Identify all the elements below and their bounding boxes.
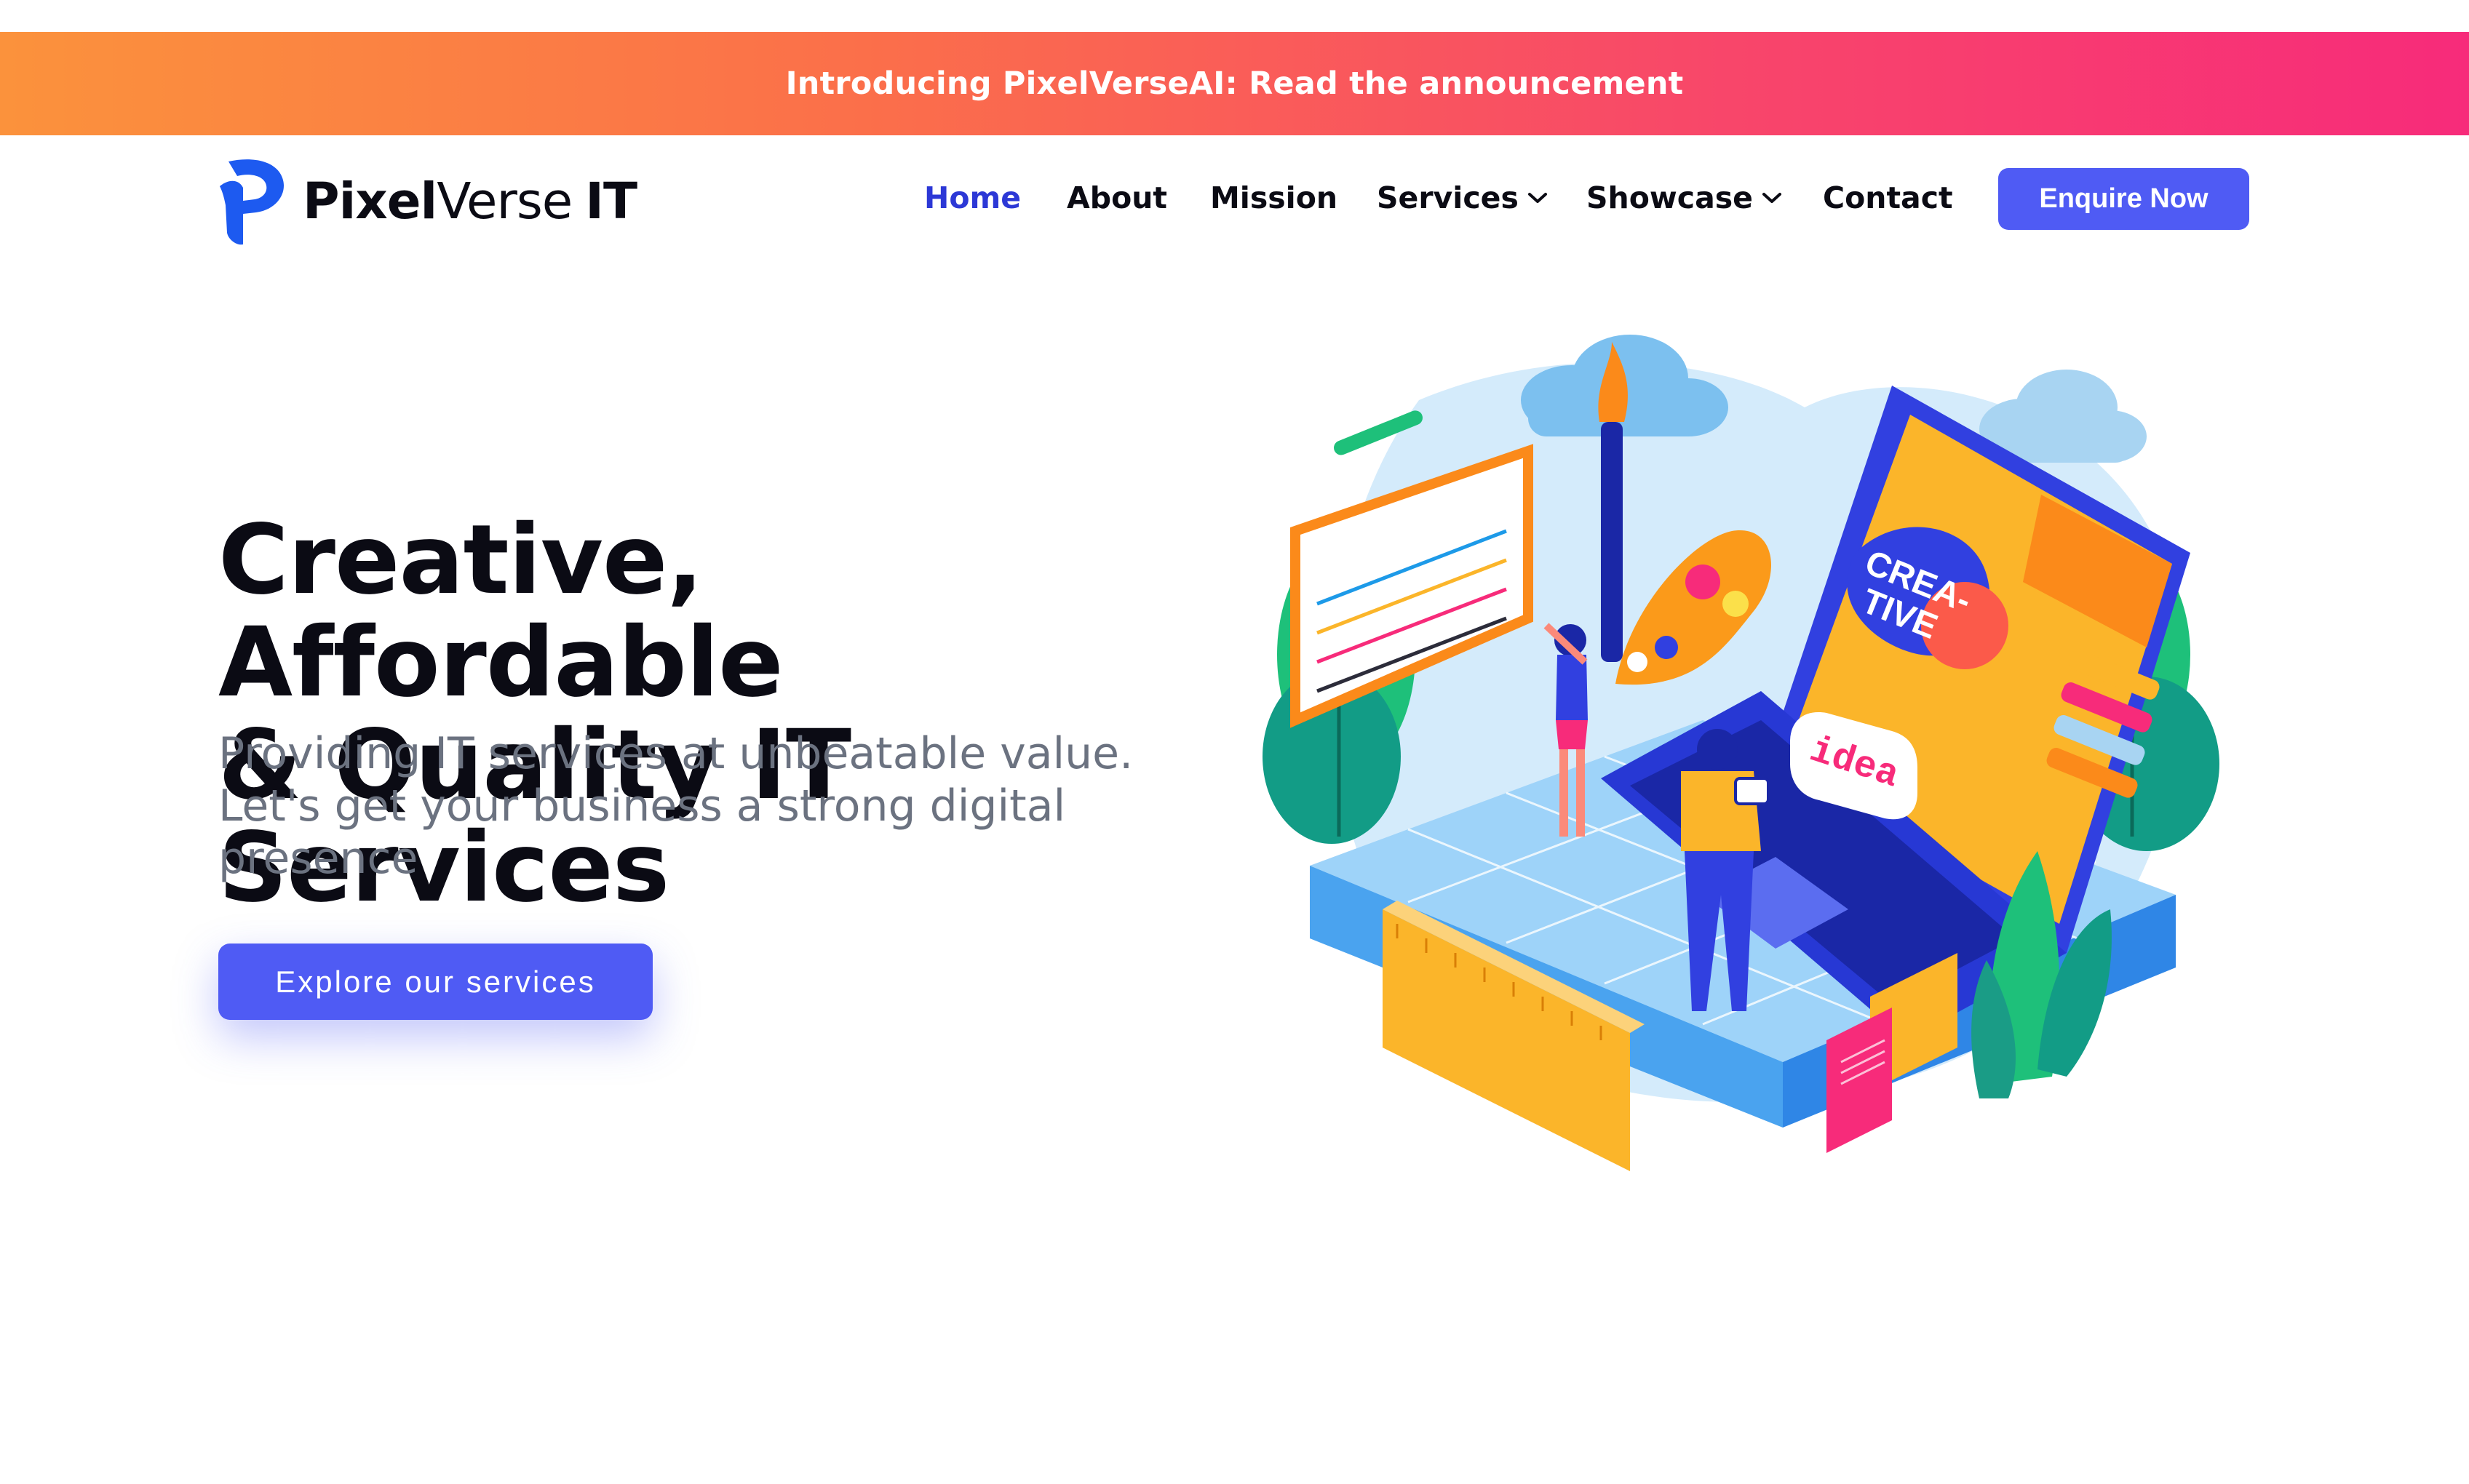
hero-title-line1: Creative, Affordable — [218, 504, 784, 719]
nav-mission[interactable]: Mission — [1210, 180, 1337, 215]
nav-mission-label: Mission — [1210, 180, 1338, 215]
chevron-down-icon — [1762, 193, 1781, 203]
nav-home-label: Home — [924, 180, 1022, 215]
brand-name: PixelVerse IT — [303, 172, 637, 231]
brand-name-part3: IT — [585, 172, 637, 231]
chevron-down-icon — [1527, 193, 1547, 203]
nav-home[interactable]: Home — [924, 180, 1021, 215]
brand-logo[interactable]: PixelVerse IT — [218, 157, 637, 246]
hero-illustration: CREA- TIVE idea — [1263, 335, 2219, 1171]
explore-services-button[interactable]: Explore our services — [218, 944, 653, 1020]
pixelverse-p-logo-icon — [220, 159, 285, 245]
brand-name-part1: Pixel — [303, 172, 437, 231]
nav-contact-label: Contact — [1823, 180, 1953, 215]
nav-services[interactable]: Services — [1377, 180, 1548, 215]
nav-about-label: About — [1067, 180, 1168, 215]
announcement-bar: Introducing PixelVerseAI: Read the annou… — [0, 32, 2469, 135]
tablet-icon — [1734, 777, 1770, 805]
nav-showcase[interactable]: Showcase — [1586, 180, 1782, 215]
nav-about[interactable]: About — [1067, 180, 1167, 215]
hero-subtitle: Providing IT services at unbeatable valu… — [218, 728, 1134, 884]
nav-contact[interactable]: Contact — [1823, 180, 1953, 215]
announcement-link[interactable]: Introducing PixelVerseAI: Read the annou… — [786, 65, 1684, 102]
navbar: PixelVerse IT Home About Mission Services… — [0, 135, 2469, 260]
brand-name-part2: Verse — [437, 172, 573, 231]
nav-services-label: Services — [1377, 180, 1519, 215]
enquire-now-button[interactable]: Enquire Now — [1998, 168, 2249, 230]
nav-showcase-label: Showcase — [1586, 180, 1753, 215]
